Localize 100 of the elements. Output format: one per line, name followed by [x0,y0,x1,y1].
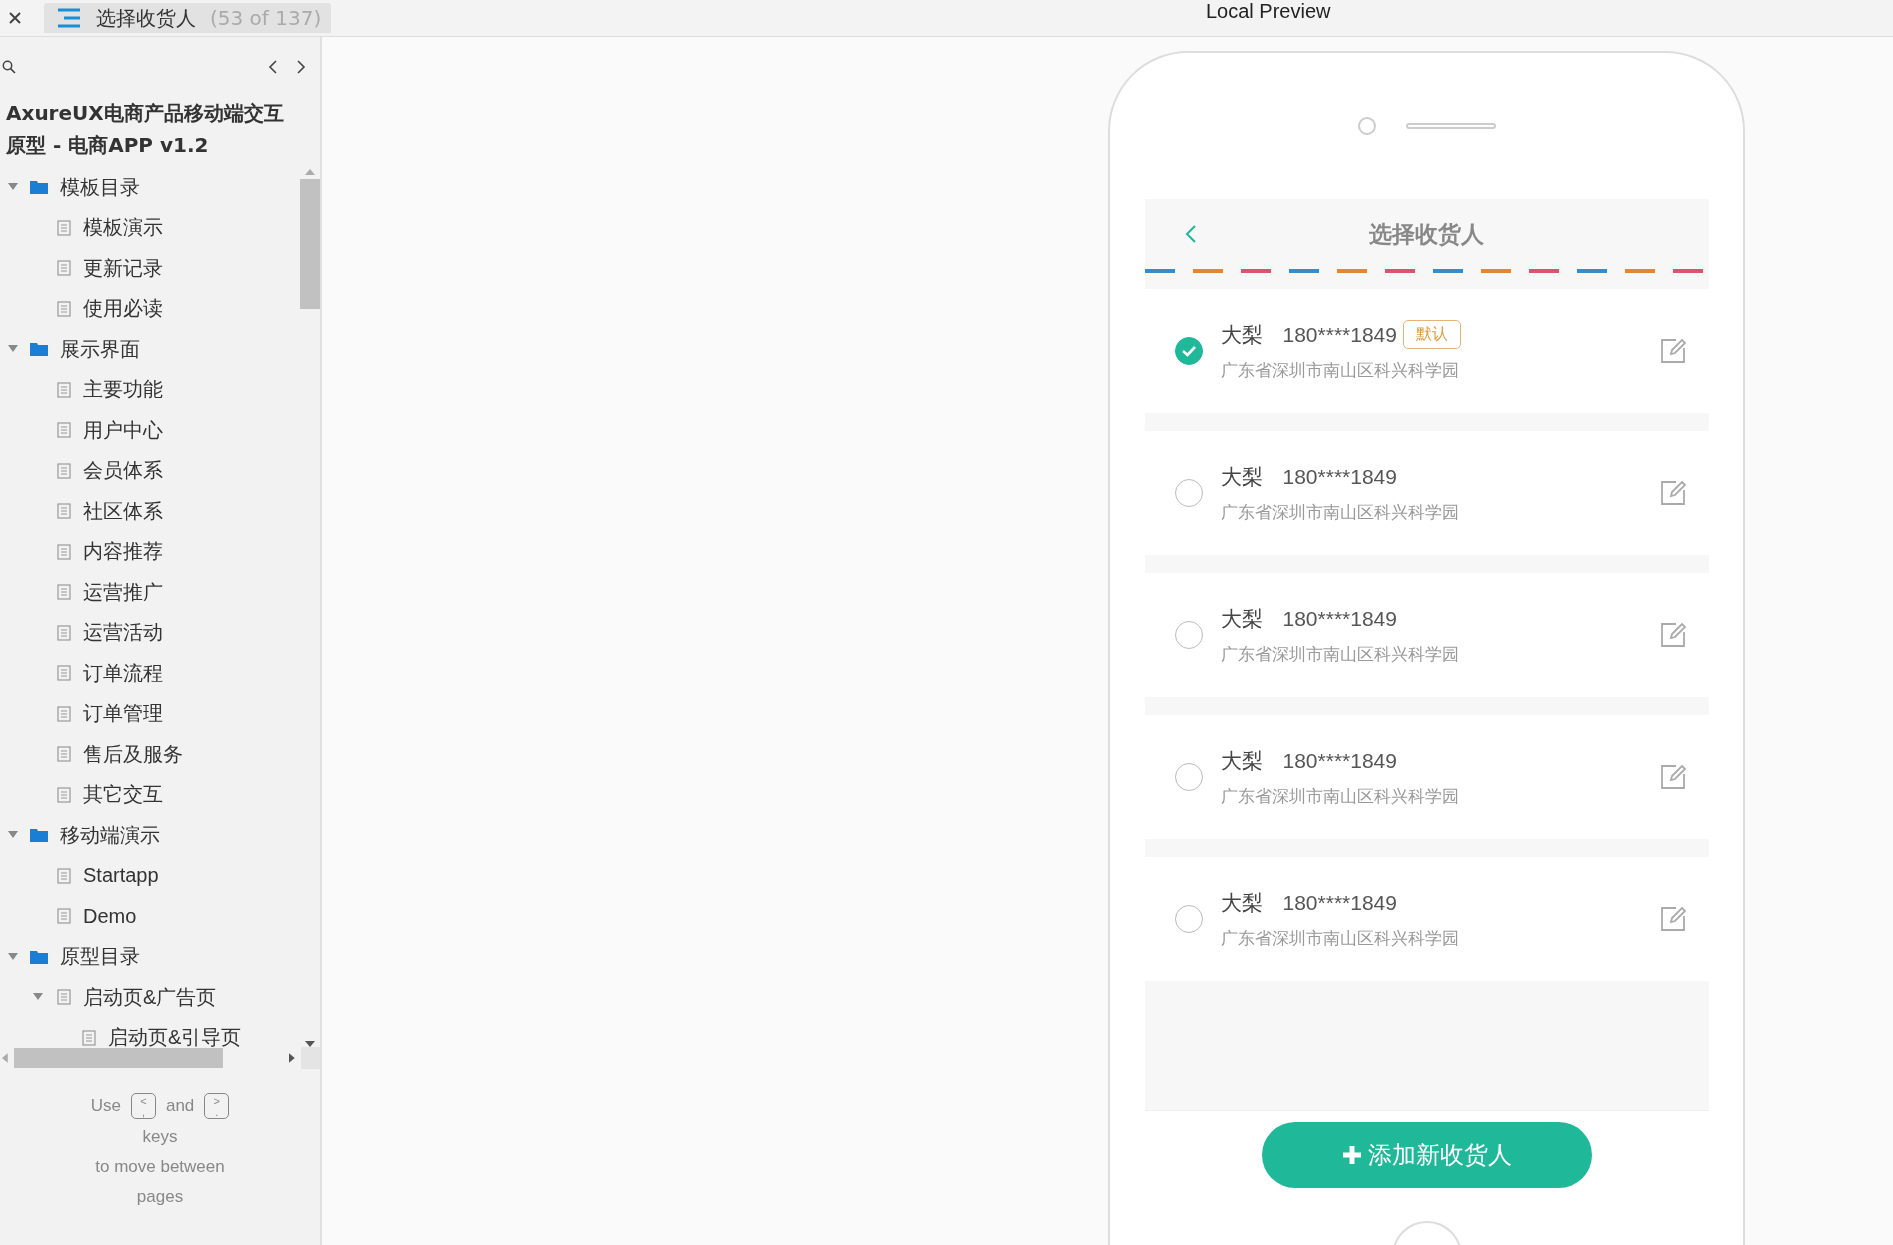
address-text: 广东省深圳市南山区科兴科学园 [1220,500,1460,524]
radio-button[interactable] [1174,337,1203,365]
address-card[interactable]: 大梨 180****1849 广东省深圳市南山区科兴科学园 [1144,431,1709,555]
tree-item[interactable]: 主要功能 [83,376,163,404]
project-title: AxureUX电商产品移动端交互原型 - 电商APP v1.2 [5,100,285,159]
page-icon [57,786,71,803]
key-cap: > . [204,1093,230,1119]
expand-arrow-icon[interactable] [8,345,18,354]
edit-icon[interactable] [1658,479,1687,507]
tree-item[interactable]: Demo [83,904,137,928]
previous-page-icon[interactable] [268,59,278,75]
scroll-up-arrow-icon[interactable] [305,169,315,175]
edit-icon[interactable] [1658,905,1687,933]
scrollbar-thumb[interactable] [300,179,320,309]
page-icon [57,989,71,1006]
page-icon [57,543,71,560]
page-icon [57,219,71,236]
address-text: 广东省深圳市南山区科兴科学园 [1220,926,1460,950]
tree-item[interactable]: 订单流程 [83,659,163,687]
page-count: (53 of 137) [210,6,322,30]
page-icon [57,867,71,884]
page-icon [82,1029,96,1046]
camera-icon [1357,117,1376,135]
recipient-name: 大梨 [1220,605,1263,633]
menu-icon[interactable] [56,8,82,28]
hint-text: to move between [95,1156,225,1178]
edit-icon[interactable] [1658,337,1687,365]
search-icon[interactable] [2,60,16,74]
scroll-down-arrow-icon[interactable] [305,1041,315,1047]
tree-item[interactable]: 模板目录 [60,173,140,201]
tree-item[interactable]: 会员体系 [83,457,163,485]
tree-item[interactable]: 内容推荐 [83,538,163,566]
tree-item[interactable]: 更新记录 [83,254,163,282]
speaker-icon [1405,123,1496,129]
checkmark-icon [1180,345,1197,357]
address-text: 广东省深圳市南山区科兴科学园 [1220,642,1460,666]
address-card[interactable]: 大梨 180****1849 广东省深圳市南山区科兴科学园 [1144,573,1709,697]
recipient-name: 大梨 [1220,321,1263,349]
tree-item[interactable]: 社区体系 [83,497,163,525]
phone-number: 180****1849 [1282,606,1397,631]
tree-item[interactable]: 运营推广 [83,578,163,606]
expand-arrow-icon[interactable] [8,831,18,840]
preview-title: Local Preview [1206,0,1331,23]
scrollbar-thumb[interactable] [13,1048,224,1068]
page-icon [57,705,71,722]
phone-number: 180****1849 [1282,890,1397,915]
page-icon [57,624,71,641]
edit-icon[interactable] [1658,621,1687,649]
tree-item[interactable]: Startapp [83,864,159,888]
tree-item[interactable]: 原型目录 [60,943,140,971]
tree-item[interactable]: 启动页&引导页 [108,1024,242,1047]
page-tab[interactable]: 选择收货人 (53 of 137) [44,3,332,33]
page-icon [57,300,71,317]
hint-text: Use [90,1096,121,1116]
address-text: 广东省深圳市南山区科兴科学园 [1220,359,1460,382]
page-icon [57,260,71,277]
expand-arrow-icon[interactable] [33,993,43,1002]
back-icon[interactable] [1184,224,1197,244]
address-card[interactable]: 大梨 180****1849 默认 广东省深圳市南山区科兴科学园 [1144,289,1709,413]
expand-arrow-icon[interactable] [8,952,18,961]
page-icon [57,665,71,682]
folder-icon [30,949,48,964]
tree-item[interactable]: 展示界面 [60,335,140,363]
tree-item[interactable]: 移动端演示 [60,821,160,849]
plus-icon [1341,1145,1362,1165]
expand-arrow-icon[interactable] [8,183,18,192]
recipient-name: 大梨 [1220,463,1263,491]
next-page-icon[interactable] [296,59,306,75]
key-cap: < , [130,1093,156,1119]
page-icon [57,503,71,520]
folder-icon [30,828,48,843]
tree-item[interactable]: 其它交互 [83,781,163,809]
hint-text: and [165,1096,195,1116]
page-icon [57,908,71,925]
phone-number: 180****1849 [1282,322,1397,347]
tree-item[interactable]: 用户中心 [83,416,163,444]
recipient-name: 大梨 [1220,889,1263,917]
tree-item[interactable]: 售后及服务 [83,740,183,768]
hint-text: pages [136,1186,184,1208]
app-title: 选择收货人 [1369,219,1484,249]
tree-item[interactable]: 运营活动 [83,619,163,647]
tree-item[interactable]: 启动页&广告页 [83,983,217,1011]
page-title: 选择收货人 [96,4,196,32]
hint-text: keys [142,1126,178,1148]
recipient-name: 大梨 [1220,747,1263,775]
page-icon [57,422,71,439]
folder-icon [30,180,48,195]
address-text: 广东省深圳市南山区科兴科学园 [1220,784,1460,808]
scroll-right-arrow-icon[interactable] [289,1053,295,1063]
address-card[interactable]: 大梨 180****1849 广东省深圳市南山区科兴科学园 [1144,857,1709,981]
default-tag: 默认 [1402,320,1461,349]
tree-item[interactable]: 模板演示 [83,214,163,242]
folder-icon [30,342,48,357]
edit-icon[interactable] [1658,763,1687,791]
tree-item[interactable]: 订单管理 [83,700,163,728]
tree-item[interactable]: 使用必读 [83,295,163,323]
page-icon [57,584,71,601]
address-card[interactable]: 大梨 180****1849 广东省深圳市南山区科兴科学园 [1144,715,1709,839]
page-icon [57,746,71,763]
scroll-left-arrow-icon[interactable] [2,1053,8,1063]
